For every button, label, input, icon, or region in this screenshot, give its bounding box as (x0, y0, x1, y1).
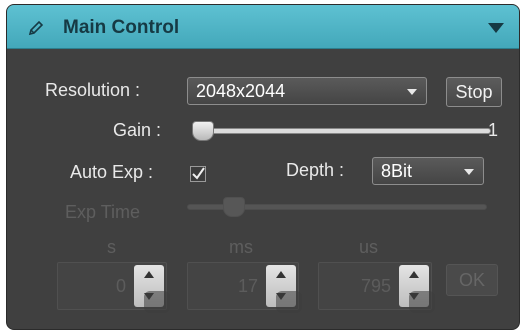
microseconds-value: 795 (360, 276, 391, 296)
resolution-value: 2048x2044 (196, 81, 286, 101)
gain-slider-thumb[interactable] (192, 121, 214, 141)
panel-frame: Main Control Resolution : 2048x2044 Stop… (6, 4, 520, 330)
arrow-up-icon[interactable] (409, 271, 419, 278)
exp-time-slider-thumb[interactable] (223, 197, 245, 217)
spinner-shadow (276, 291, 302, 313)
auto-exp-label: Auto Exp : (70, 162, 154, 182)
depth-label: Depth : (286, 160, 345, 180)
spinner-shadow (144, 291, 170, 313)
microseconds-unit-label: us (359, 237, 379, 257)
pencil-icon (28, 20, 44, 36)
triangle-down-icon[interactable] (487, 22, 505, 34)
microseconds-spinner[interactable]: 795 (318, 262, 435, 313)
resolution-select[interactable]: 2048x2044 (187, 77, 427, 105)
milliseconds-value: 17 (237, 276, 258, 296)
resolution-label: Resolution : (45, 80, 141, 100)
panel-title: Main Control (63, 17, 180, 38)
checkmark-icon (192, 167, 205, 180)
milliseconds-spinner[interactable]: 17 (187, 262, 302, 313)
seconds-spinner[interactable]: 0 (57, 262, 170, 313)
ok-button[interactable]: OK (446, 264, 498, 296)
title-bar[interactable]: Main Control (7, 5, 519, 49)
gain-slider-track[interactable] (195, 128, 491, 134)
milliseconds-unit-label: ms (229, 237, 253, 257)
depth-select[interactable]: 8Bit (372, 157, 484, 185)
gain-value: 1 (488, 120, 499, 140)
arrow-up-icon[interactable] (144, 271, 154, 278)
gain-label: Gain : (113, 120, 162, 140)
seconds-value: 0 (115, 276, 126, 296)
main-control-panel: Main Control Resolution : 2048x2044 Stop… (0, 0, 526, 336)
exp-time-label: Exp Time (65, 202, 141, 222)
spinner-shadow (409, 291, 435, 313)
depth-value: 8Bit (381, 161, 413, 181)
seconds-unit-label: s (107, 237, 116, 257)
arrow-up-icon[interactable] (276, 271, 286, 278)
auto-exp-checkbox[interactable] (190, 166, 206, 182)
chevron-down-icon (464, 169, 474, 175)
stop-button[interactable]: Stop (446, 77, 502, 107)
chevron-down-icon (407, 89, 417, 95)
